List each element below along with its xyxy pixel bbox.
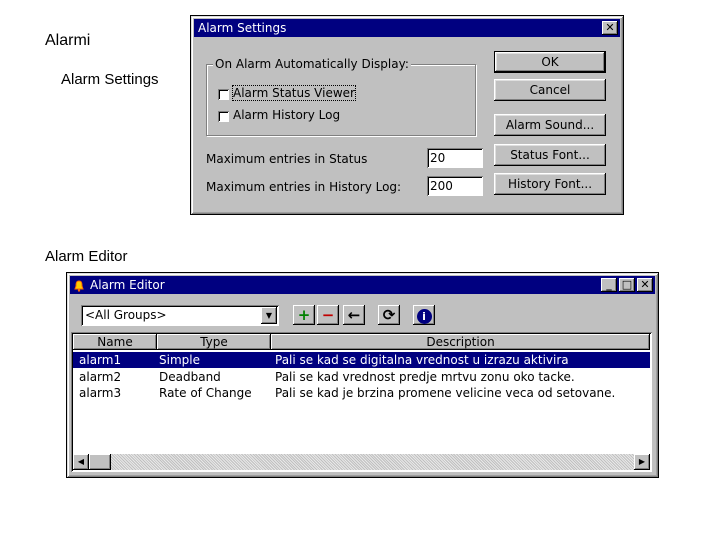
alarm-editor-window: Alarm Editor _ □ ✕ <All Groups> ▼ + − ← … <box>66 272 659 478</box>
remove-alarm-button[interactable]: − <box>317 305 339 325</box>
cancel-button[interactable]: Cancel <box>494 79 606 101</box>
editor-minimize-button[interactable]: _ <box>601 278 617 292</box>
table-row[interactable]: alarm3 Rate of Change Pali se kad je brz… <box>73 385 650 401</box>
status-viewer-label[interactable]: Alarm Status Viewer <box>232 85 356 101</box>
max-history-label: Maximum entries in History Log: <box>206 180 402 194</box>
refresh-button[interactable]: ⟳ <box>378 305 400 325</box>
ok-button[interactable]: OK <box>494 51 606 73</box>
editor-close-button[interactable]: ✕ <box>637 278 653 292</box>
cell-type: Simple <box>159 353 200 367</box>
cell-type: Deadband <box>159 370 221 384</box>
settings-close-button[interactable]: ✕ <box>602 21 618 35</box>
auto-display-group-label: On Alarm Automatically Display: <box>213 57 411 71</box>
auto-display-group <box>206 64 476 136</box>
status-font-button[interactable]: Status Font... <box>494 144 606 166</box>
horizontal-scrollbar[interactable]: ◀ ▶ <box>73 454 650 470</box>
info-icon: i <box>416 309 432 324</box>
cell-description: Pali se kad se digitalna vrednost u izra… <box>275 353 569 367</box>
scroll-right-button[interactable]: ▶ <box>634 454 650 470</box>
alarm-settings-dialog: Alarm Settings ✕ On Alarm Automatically … <box>190 15 624 215</box>
cell-description: Pali se kad je brzina promene velicine v… <box>275 386 616 400</box>
editor-title: Alarm Editor <box>90 278 165 292</box>
cell-description: Pali se kad vrednost predje mrtvu zonu o… <box>275 370 575 384</box>
settings-title: Alarm Settings <box>198 21 287 35</box>
settings-caption: Alarm Settings <box>61 71 159 88</box>
editor-titlebar[interactable]: Alarm Editor _ □ ✕ <box>70 276 655 294</box>
max-history-input[interactable]: 200 <box>427 176 483 196</box>
cell-type: Rate of Change <box>159 386 252 400</box>
group-select-value: <All Groups> <box>85 308 167 322</box>
cell-name: alarm3 <box>79 386 122 400</box>
column-header-description[interactable]: Description <box>271 334 650 350</box>
history-font-button[interactable]: History Font... <box>494 173 606 195</box>
alarm-bell-icon <box>74 279 84 292</box>
editor-caption: Alarm Editor <box>45 248 128 265</box>
chevron-down-icon[interactable]: ▼ <box>261 307 277 324</box>
table-row[interactable]: alarm1 Simple Pali se kad se digitalna v… <box>73 352 650 368</box>
column-header-name[interactable]: Name <box>73 334 157 350</box>
cell-name: alarm1 <box>79 353 122 367</box>
group-select[interactable]: <All Groups> ▼ <box>81 305 279 326</box>
back-button[interactable]: ← <box>343 305 365 325</box>
max-status-label: Maximum entries in Status <box>206 152 368 166</box>
cell-name: alarm2 <box>79 370 122 384</box>
max-status-input[interactable]: 20 <box>427 148 483 168</box>
history-log-label[interactable]: Alarm History Log <box>233 108 340 122</box>
settings-titlebar[interactable]: Alarm Settings ✕ <box>194 19 620 37</box>
status-viewer-checkbox[interactable] <box>218 89 229 100</box>
editor-maximize-button[interactable]: □ <box>619 278 635 292</box>
alarm-sound-button[interactable]: Alarm Sound... <box>494 114 606 136</box>
add-alarm-button[interactable]: + <box>293 305 315 325</box>
scroll-left-button[interactable]: ◀ <box>73 454 89 470</box>
info-button[interactable]: i <box>413 305 435 325</box>
column-header-type[interactable]: Type <box>157 334 271 350</box>
history-log-checkbox[interactable] <box>218 111 229 122</box>
slide-heading: Alarmi <box>45 32 91 49</box>
table-row[interactable]: alarm2 Deadband Pali se kad vrednost pre… <box>73 369 650 385</box>
alarm-list: Name Type Description alarm1 Simple Pali… <box>71 332 652 472</box>
scroll-thumb[interactable] <box>89 454 111 470</box>
